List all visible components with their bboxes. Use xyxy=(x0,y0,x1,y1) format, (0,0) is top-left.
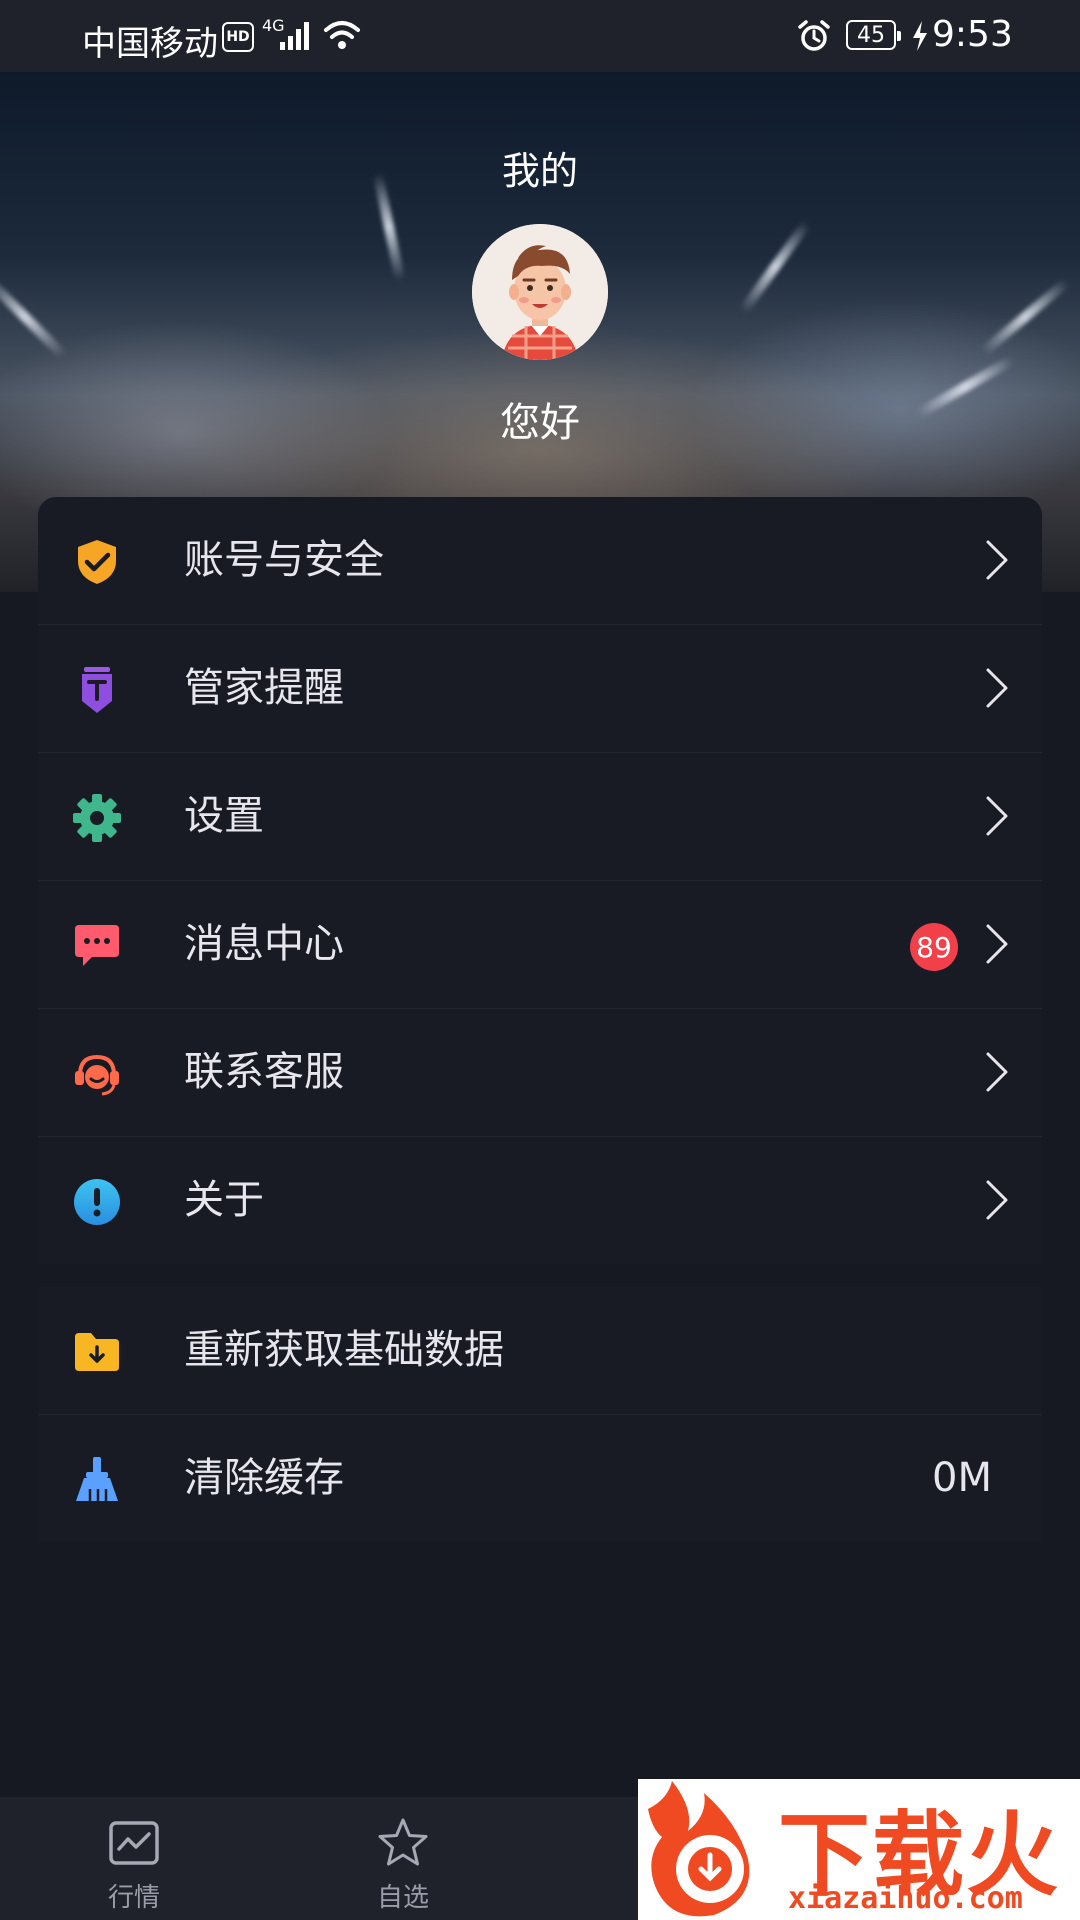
settings-menu: 账号与安全 管家提醒 设置 消息中心 89 联系客服 关于 xyxy=(38,497,1042,1264)
menu-item-label: 账号与安全 xyxy=(184,537,384,583)
menu-item-label: 设置 xyxy=(184,793,264,839)
chevron-right-icon xyxy=(986,1052,1008,1092)
greeting-text: 您好 xyxy=(500,400,580,446)
menu-item-label: 关于 xyxy=(184,1177,264,1223)
charging-icon xyxy=(913,21,927,51)
nav-label: 自选 xyxy=(376,1883,429,1913)
menu-item-butler-reminder[interactable]: 管家提醒 xyxy=(38,625,1042,753)
reminder-tag-icon xyxy=(82,667,112,713)
menu-item-label: 联系客服 xyxy=(184,1049,344,1095)
menu-item-label: 清除缓存 xyxy=(184,1455,344,1501)
signal-icon xyxy=(280,22,309,50)
cache-size-value: 0M xyxy=(932,1455,992,1501)
carrier-name: 中国移动 xyxy=(82,24,218,64)
header-background-streak xyxy=(738,219,812,315)
chevron-right-icon xyxy=(986,1180,1008,1220)
chevron-right-icon xyxy=(986,796,1008,836)
nav-item-watchlist[interactable]: 自选 xyxy=(303,1797,503,1920)
avatar-illustration xyxy=(472,224,608,360)
clock: 9:53 xyxy=(932,14,1013,55)
hd-icon: HD xyxy=(222,22,254,52)
folder-download-icon xyxy=(75,1333,119,1371)
watermark-logo: 下载火 xiazaihuo.com xyxy=(638,1779,1080,1920)
star-icon xyxy=(378,1818,428,1866)
shield-check-icon xyxy=(78,540,116,584)
menu-item-clear-cache[interactable]: 清除缓存 0M xyxy=(38,1415,1042,1542)
status-bar: 中国移动 HD 4G 45 9:53 xyxy=(0,0,1080,72)
menu-item-about[interactable]: 关于 xyxy=(38,1137,1042,1264)
headset-icon xyxy=(75,1054,119,1096)
menu-item-refresh-base-data[interactable]: 重新获取基础数据 xyxy=(38,1287,1042,1415)
menu-item-account-security[interactable]: 账号与安全 xyxy=(38,497,1042,625)
data-menu: 重新获取基础数据 清除缓存 0M xyxy=(38,1287,1042,1542)
market-chart-icon xyxy=(109,1821,159,1865)
menu-item-customer-service[interactable]: 联系客服 xyxy=(38,1009,1042,1137)
header-background-streak xyxy=(979,277,1071,357)
message-icon xyxy=(75,925,119,966)
chevron-right-icon xyxy=(986,924,1008,964)
chevron-right-icon xyxy=(986,668,1008,708)
flame-logo-icon xyxy=(648,1781,750,1917)
header-background-streak xyxy=(0,274,68,360)
menu-item-label: 重新获取基础数据 xyxy=(184,1327,504,1373)
battery-icon: 45 xyxy=(846,20,901,50)
nav-label: 行情 xyxy=(107,1883,160,1913)
menu-item-message-center[interactable]: 消息中心 89 xyxy=(38,881,1042,1009)
info-icon xyxy=(74,1179,120,1225)
watermark-url: xiazaihuo.com xyxy=(788,1881,1023,1916)
chevron-right-icon xyxy=(986,540,1008,580)
page-title: 我的 xyxy=(501,149,578,193)
alarm-icon xyxy=(798,20,830,51)
menu-item-label: 消息中心 xyxy=(184,921,344,967)
menu-item-label: 管家提醒 xyxy=(184,665,344,711)
gear-icon xyxy=(73,794,121,842)
unread-count-badge: 89 xyxy=(910,923,958,971)
avatar[interactable] xyxy=(472,224,608,360)
menu-item-settings[interactable]: 设置 xyxy=(38,753,1042,881)
broom-icon xyxy=(76,1457,118,1501)
nav-item-market[interactable]: 行情 xyxy=(34,1797,234,1920)
wifi-icon xyxy=(324,21,360,49)
